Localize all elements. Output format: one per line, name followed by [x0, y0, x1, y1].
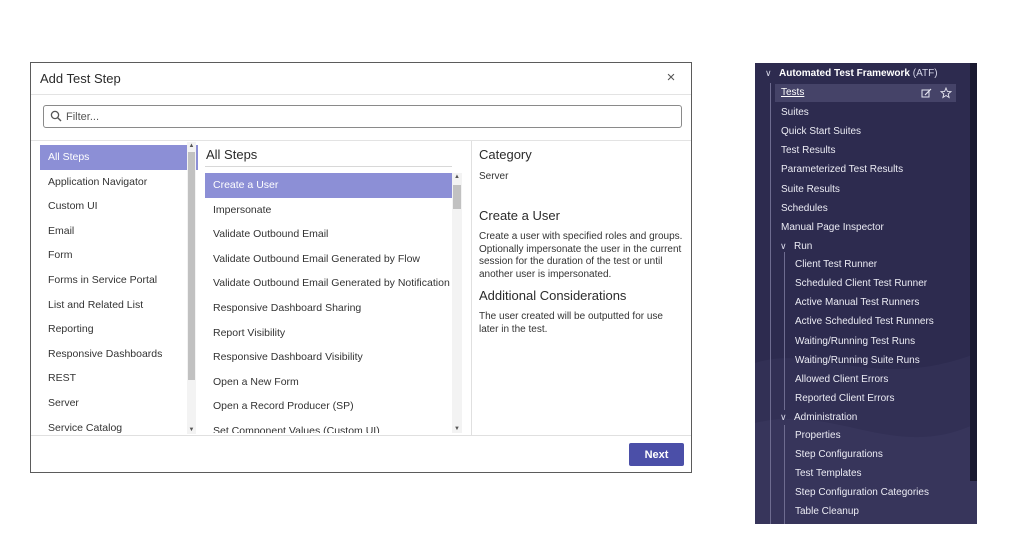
- filter-field[interactable]: [43, 105, 682, 128]
- divider: [31, 435, 691, 436]
- tree-guide: [784, 425, 785, 524]
- category-item[interactable]: All Steps: [40, 145, 198, 170]
- filter-input[interactable]: [66, 107, 666, 126]
- step-details: Category Server Create a User Create a u…: [479, 141, 685, 435]
- nav-item[interactable]: Waiting/Running Test Runs: [795, 336, 915, 347]
- nav-item[interactable]: Step Configuration Categories: [795, 487, 929, 498]
- category-item[interactable]: Service Catalog: [40, 416, 198, 435]
- nav-item[interactable]: Table Cleanup: [795, 506, 859, 517]
- step-heading: Create a User: [479, 208, 560, 223]
- category-item[interactable]: List and Related List: [40, 293, 198, 318]
- divider: [471, 141, 472, 435]
- nav-item[interactable]: Suite Results: [781, 184, 840, 195]
- tree-guide: [784, 252, 785, 410]
- nav-item[interactable]: Scheduled Client Test Runner: [795, 278, 927, 289]
- nav-section-suffix: (ATF): [912, 68, 938, 79]
- nav-item[interactable]: Client Test Runner: [795, 259, 877, 270]
- star-icon[interactable]: [940, 87, 952, 99]
- next-button[interactable]: Next: [629, 443, 684, 466]
- application-navigator: ∨ Automated Test Framework (ATF) Tests Su…: [755, 63, 977, 524]
- category-item[interactable]: Form: [40, 243, 198, 268]
- nav-group-label: Run: [794, 241, 813, 252]
- step-item[interactable]: Responsive Dashboard Visibility: [205, 345, 452, 370]
- nav-section-title: Automated Test Framework: [779, 68, 910, 79]
- nav-group-administration[interactable]: ∨ Administration: [780, 412, 857, 423]
- nav-item[interactable]: Allowed Client Errors: [795, 374, 888, 385]
- nav-item[interactable]: Test Templates: [795, 468, 862, 479]
- step-item[interactable]: Responsive Dashboard Sharing: [205, 296, 452, 321]
- nav-item-tests[interactable]: Tests: [775, 84, 956, 102]
- nav-item[interactable]: Active Scheduled Test Runners: [795, 316, 934, 327]
- panel-edge: [970, 63, 977, 481]
- category-list: All Steps Application Navigator Custom U…: [40, 145, 198, 435]
- category-item[interactable]: Application Navigator: [40, 170, 198, 195]
- chevron-down-icon: ∨: [765, 68, 772, 78]
- category-item[interactable]: REST: [40, 366, 198, 391]
- nav-item-label: Tests: [781, 87, 805, 98]
- nav-item[interactable]: Waiting/Running Suite Runs: [795, 355, 920, 366]
- chevron-down-icon: ∨: [780, 412, 787, 422]
- step-description: Create a user with specified roles and g…: [479, 231, 683, 280]
- close-icon[interactable]: ×: [663, 69, 679, 87]
- additional-heading: Additional Considerations: [479, 288, 627, 303]
- scroll-down-icon[interactable]: ▼: [187, 426, 196, 434]
- additional-text: The user created will be outputted for u…: [479, 311, 663, 335]
- nav-section-atf[interactable]: ∨ Automated Test Framework (ATF): [765, 68, 938, 79]
- steps-scrollbar[interactable]: ▲ ▼: [452, 173, 462, 433]
- category-item[interactable]: Forms in Service Portal: [40, 268, 198, 293]
- nav-group-label: Administration: [794, 412, 858, 423]
- step-item[interactable]: Open a New Form: [205, 370, 452, 395]
- nav-item[interactable]: Quick Start Suites: [781, 126, 861, 137]
- step-item[interactable]: Impersonate: [205, 198, 452, 223]
- step-item[interactable]: Set Component Values (Custom UI): [205, 419, 452, 433]
- category-item[interactable]: Reporting: [40, 317, 198, 342]
- divider: [205, 166, 452, 167]
- chevron-down-icon: ∨: [780, 241, 787, 251]
- modal-header: Add Test Step ×: [31, 63, 691, 95]
- scroll-up-icon[interactable]: ▲: [187, 142, 196, 150]
- nav-item[interactable]: Reported Client Errors: [795, 393, 894, 404]
- nav-item[interactable]: Active Manual Test Runners: [795, 297, 919, 308]
- nav-group-run[interactable]: ∨ Run: [780, 241, 812, 252]
- steps-list: Create a User Impersonate Validate Outbo…: [205, 173, 452, 433]
- steps-title: All Steps: [206, 147, 258, 162]
- nav-item[interactable]: Schedules: [781, 203, 828, 214]
- category-item[interactable]: Custom UI: [40, 194, 198, 219]
- nav-item[interactable]: Properties: [795, 430, 841, 441]
- nav-item[interactable]: Parameterized Test Results: [781, 164, 903, 175]
- nav-item[interactable]: Manual Page Inspector: [781, 222, 884, 233]
- step-item[interactable]: Report Visibility: [205, 321, 452, 346]
- step-item[interactable]: Create a User: [205, 173, 452, 198]
- tree-guide: [770, 83, 771, 524]
- category-value: Server: [479, 171, 509, 182]
- category-heading: Category: [479, 147, 532, 162]
- modal-title: Add Test Step: [40, 71, 121, 86]
- category-item[interactable]: Server: [40, 391, 198, 416]
- category-scrollbar[interactable]: ▲ ▼: [187, 142, 196, 434]
- step-item[interactable]: Open a Record Producer (SP): [205, 394, 452, 419]
- category-item[interactable]: Responsive Dashboards: [40, 342, 198, 367]
- scroll-up-icon[interactable]: ▲: [452, 173, 462, 181]
- edit-icon[interactable]: [921, 88, 932, 99]
- step-item[interactable]: Validate Outbound Email Generated by Flo…: [205, 247, 452, 272]
- steps-panel: All Steps Create a User Impersonate Vali…: [205, 141, 465, 435]
- nav-item[interactable]: Test Results: [781, 145, 835, 156]
- scrollbar-thumb[interactable]: [453, 185, 461, 209]
- add-test-step-modal: Add Test Step × All Steps Application Na…: [30, 62, 692, 473]
- scrollbar-thumb[interactable]: [188, 152, 195, 380]
- step-item[interactable]: Validate Outbound Email Generated by Not…: [205, 271, 452, 296]
- scroll-down-icon[interactable]: ▼: [452, 425, 462, 433]
- step-item[interactable]: Validate Outbound Email: [205, 222, 452, 247]
- search-icon: [50, 110, 62, 122]
- category-item[interactable]: Email: [40, 219, 198, 244]
- nav-item[interactable]: Step Configurations: [795, 449, 883, 460]
- nav-item[interactable]: Suites: [781, 107, 809, 118]
